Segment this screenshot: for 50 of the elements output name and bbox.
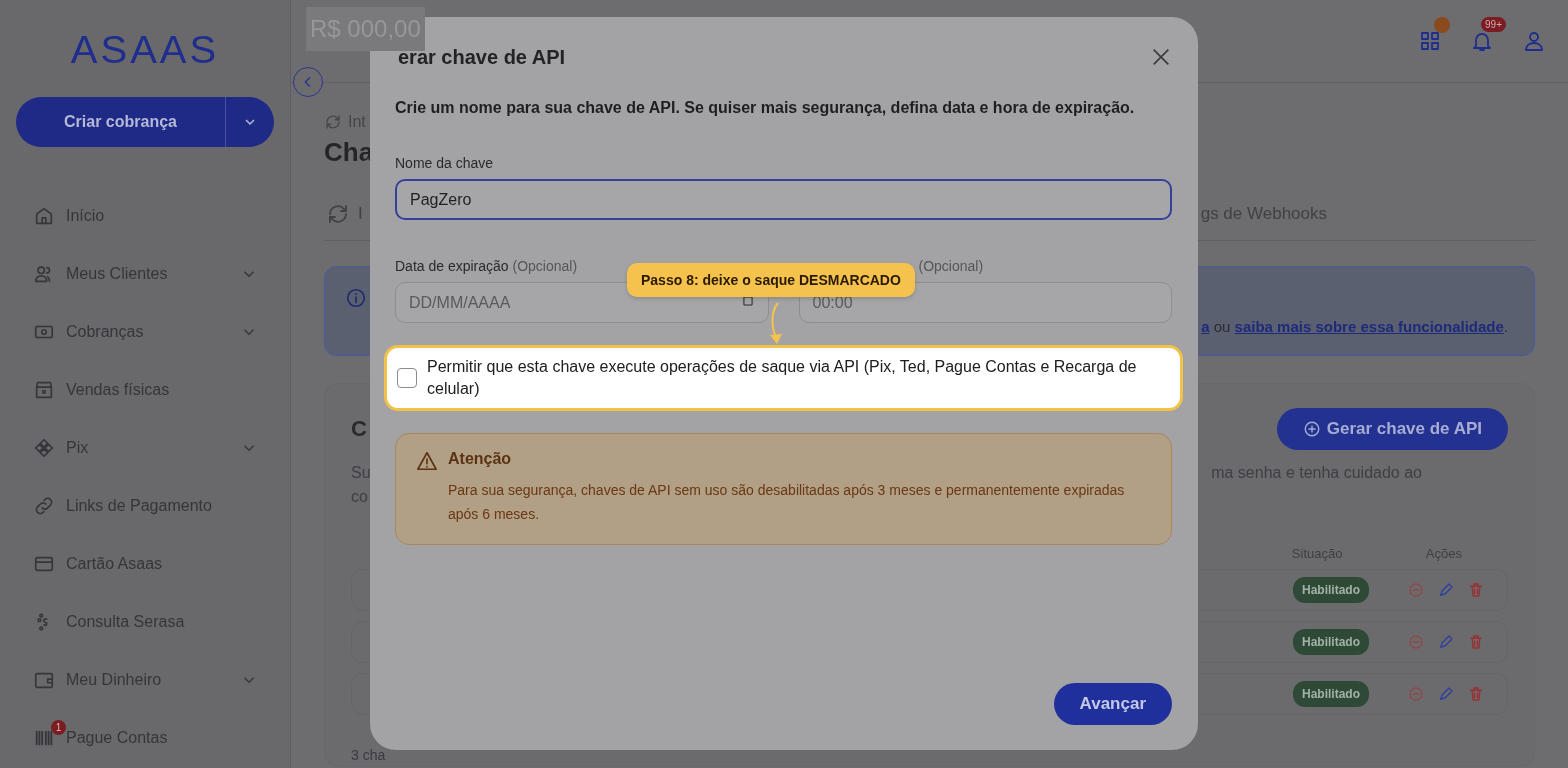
status-badge: Habilitado	[1293, 629, 1369, 655]
field-label: Data de expiração (Opcional)	[395, 258, 579, 274]
dialog-intro: Crie um nome para sua chave de API. Se quiser mais segurança, defina data e hora de expiração.	[395, 99, 1136, 117]
card-title: C	[351, 416, 367, 442]
page-title: Cha	[324, 137, 374, 168]
status-dot	[1434, 17, 1450, 33]
user-icon	[1522, 29, 1546, 53]
minus-circle-icon	[1407, 685, 1425, 703]
create-charge-button[interactable]: Criar cobrança	[16, 97, 226, 147]
refresh-icon	[324, 113, 342, 131]
dropdown-caret-button[interactable]	[226, 97, 274, 147]
generate-key-button[interactable]: Gerar chave de API	[1276, 408, 1508, 450]
minus-circle-icon	[1407, 581, 1425, 599]
pencil-icon	[1437, 685, 1455, 703]
calendar-icon	[740, 294, 755, 308]
close-button[interactable]	[1150, 46, 1172, 68]
pencil-icon	[1437, 581, 1455, 599]
link[interactable]: a	[1201, 318, 1210, 335]
link-icon	[33, 495, 55, 517]
grid-icon	[1418, 29, 1442, 53]
refresh-icon	[326, 202, 350, 226]
diamond-icon	[33, 437, 55, 459]
tooltip: Passo 8: deixe o saque DESMARCADO	[627, 263, 915, 297]
checkbox-label: Permitir que esta chave execute operações de saque via API (Pix, Ted, Pague Contas e Recarga de celular)	[427, 357, 1138, 399]
status-badge: Habilitado	[1293, 577, 1369, 603]
input-field[interactable]: PagZero	[395, 179, 1172, 220]
warning-text: Para sua segurança, chaves de API sem uso são desabilitadas após 3 meses e permanentemente expiradas após 6 meses.	[448, 481, 1126, 524]
next-button[interactable]: Avançar	[1053, 683, 1172, 725]
trash-icon	[1467, 685, 1485, 703]
house-icon	[33, 205, 55, 227]
info-text: a ou saiba mais sobre essa funcionalidade.	[1201, 318, 1508, 335]
minus-circle-icon	[1407, 633, 1425, 651]
info-icon	[345, 287, 367, 309]
logo[interactable]: ASAAS	[0, 29, 290, 72]
warning-icon	[416, 450, 438, 472]
trash-icon	[1467, 581, 1485, 599]
pencil-icon	[1437, 633, 1455, 651]
checkbox[interactable]	[397, 368, 417, 388]
collapse-sidebar-button[interactable]	[293, 67, 323, 97]
link[interactable]: saiba mais sobre essa funcionalidade	[1234, 318, 1504, 335]
plus-circle-icon	[1302, 420, 1321, 438]
field-label: (Opcional)	[917, 258, 985, 274]
field-label: Nome da chave	[395, 155, 495, 171]
pointer-arrow	[768, 301, 784, 345]
notification-badge: 99+	[1481, 17, 1506, 32]
count-badge: 1	[51, 720, 66, 735]
status-badge: Habilitado	[1293, 681, 1369, 707]
storefront-icon	[33, 379, 55, 401]
trash-icon	[1467, 633, 1485, 651]
warning-title: Atenção	[448, 450, 513, 468]
